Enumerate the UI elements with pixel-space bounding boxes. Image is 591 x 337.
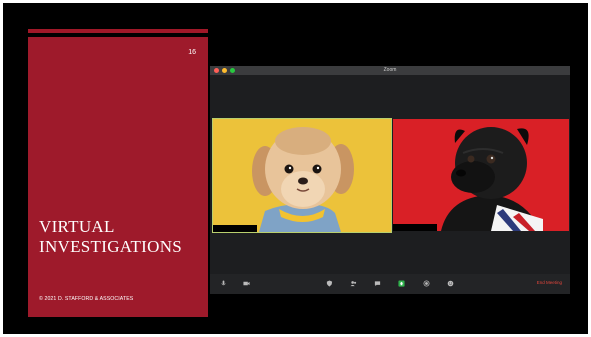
zoom-titlebar: Zoom bbox=[210, 66, 570, 75]
share-screen-icon[interactable] bbox=[398, 280, 405, 287]
accent-strip bbox=[28, 29, 208, 33]
participant-name-bar bbox=[213, 225, 257, 232]
record-icon[interactable] bbox=[423, 280, 430, 287]
video-camera-icon[interactable] bbox=[243, 280, 250, 287]
microphone-icon[interactable] bbox=[220, 280, 227, 287]
slide-number: 16 bbox=[188, 49, 196, 56]
slide-title: VIRTUAL INVESTIGATIONS bbox=[39, 217, 182, 257]
title-panel: 16 VIRTUAL INVESTIGATIONS © 2021 D. STAF… bbox=[28, 37, 208, 317]
black-pug-dog-image bbox=[393, 119, 569, 231]
participant-tile-2[interactable] bbox=[393, 119, 569, 231]
shih-tzu-dog-image bbox=[213, 119, 391, 232]
security-icon[interactable] bbox=[326, 280, 333, 287]
participant-name-bar bbox=[393, 224, 437, 231]
participants-icon[interactable] bbox=[350, 280, 357, 287]
zoom-window-title: Zoom bbox=[383, 67, 397, 73]
zoom-window: Zoom End Meeting bbox=[210, 66, 570, 294]
chat-icon[interactable] bbox=[374, 280, 381, 287]
end-meeting-button[interactable]: End Meeting bbox=[537, 280, 562, 285]
slide: 16 VIRTUAL INVESTIGATIONS © 2021 D. STAF… bbox=[3, 3, 588, 334]
slide-title-line1: VIRTUAL bbox=[39, 217, 115, 236]
participant-tile-1[interactable] bbox=[212, 118, 392, 233]
reactions-icon[interactable] bbox=[447, 280, 454, 287]
copyright-text: © 2021 D. STAFFORD & ASSOCIATES bbox=[39, 296, 134, 302]
slide-title-line2: INVESTIGATIONS bbox=[39, 237, 183, 256]
meeting-toolbar: End Meeting bbox=[210, 274, 570, 294]
